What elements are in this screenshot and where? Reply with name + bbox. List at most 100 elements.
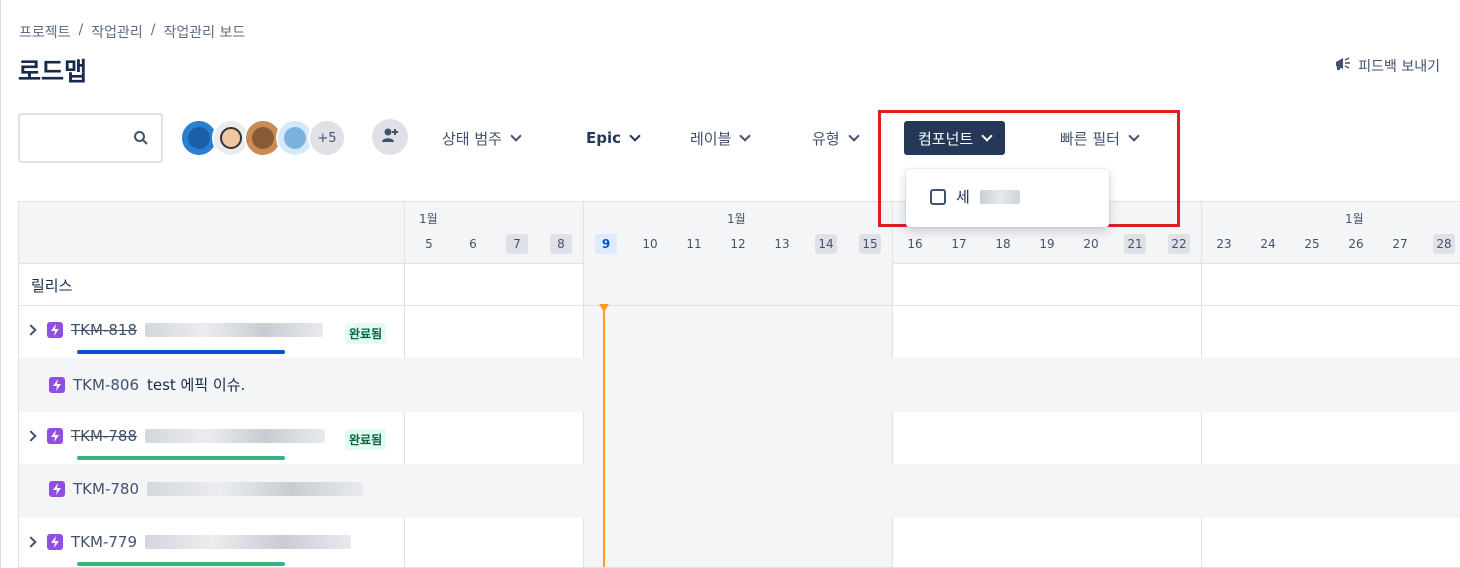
- chevron-down-icon: [739, 130, 752, 142]
- search-icon: [133, 130, 149, 150]
- release-label: 릴리스: [31, 277, 73, 295]
- search-input[interactable]: [18, 113, 163, 163]
- epic-filter[interactable]: Epic: [572, 121, 653, 155]
- filter-label: Epic: [586, 129, 622, 147]
- day-label: 17: [951, 237, 967, 251]
- checkbox[interactable]: [930, 188, 946, 205]
- breadcrumb-project[interactable]: 작업관리: [91, 22, 143, 42]
- day-label: 23: [1216, 237, 1232, 251]
- megaphone-icon: [1334, 56, 1352, 76]
- type-filter[interactable]: 유형: [798, 121, 872, 155]
- component-dropdown: 세: [906, 169, 1109, 227]
- day-label: 26: [1348, 237, 1364, 251]
- month-label: 1월: [727, 212, 746, 226]
- issue-row[interactable]: TKM-780: [19, 465, 1460, 518]
- epic-icon: [49, 481, 65, 497]
- issue-summary-redacted: [144, 535, 351, 549]
- progress-bar: [77, 562, 285, 566]
- component-option[interactable]: 세: [930, 186, 1020, 207]
- day-label: 5: [425, 237, 433, 251]
- issue-summary: test 에픽 이슈.: [146, 376, 246, 394]
- today-line: [603, 306, 605, 567]
- release-row: 릴리스: [19, 264, 1460, 306]
- day-label: 12: [730, 237, 746, 251]
- add-person-button[interactable]: [372, 119, 408, 155]
- add-person-icon: [381, 127, 399, 147]
- avatar-more[interactable]: +5: [308, 119, 346, 157]
- label-filter[interactable]: 레이블: [676, 121, 763, 155]
- issue-row[interactable]: TKM-779: [19, 518, 1460, 567]
- day-label: 18: [995, 237, 1011, 251]
- breadcrumb-projects[interactable]: 프로젝트: [19, 22, 71, 42]
- app-frame: 프로젝트 / 작업관리 / 작업관리 보드 로드맵 피드백 보내기 +5 상태 …: [0, 0, 1460, 568]
- day-label: 21: [1124, 234, 1146, 254]
- issue-key[interactable]: TKM-818: [71, 321, 137, 339]
- day-label: 10: [642, 237, 658, 251]
- status-category-filter[interactable]: 상태 범주: [428, 121, 534, 155]
- chevron-right-icon[interactable]: [25, 430, 37, 442]
- day-label: 27: [1392, 237, 1408, 251]
- issue-cell: TKM-780: [27, 480, 363, 498]
- issue-cell: TKM-818: [25, 321, 323, 339]
- day-label: 24: [1260, 237, 1276, 251]
- day-label: 19: [1039, 237, 1055, 251]
- component-filter[interactable]: 컴포넌트: [904, 121, 1006, 155]
- issue-row[interactable]: TKM-788 완료됨: [19, 412, 1460, 465]
- breadcrumb-board[interactable]: 작업관리 보드: [164, 22, 246, 42]
- issue-cell: TKM-806 test 에픽 이슈.: [27, 374, 245, 395]
- roadmap-timeline: 1월 1월 1월 5 6 7 8 9 10 11 12 13 14 15 16 …: [18, 201, 1460, 568]
- today-label: 9: [595, 234, 617, 254]
- avatar-group: +5: [180, 119, 346, 157]
- issue-key[interactable]: TKM-806: [73, 376, 139, 394]
- month-label: 1월: [419, 212, 438, 226]
- issue-summary-redacted: [146, 482, 363, 496]
- issue-summary-redacted: [144, 429, 325, 443]
- issue-key[interactable]: TKM-788: [71, 427, 137, 445]
- filter-label: 상태 범주: [442, 129, 502, 148]
- chevron-down-icon: [1128, 130, 1140, 142]
- option-label: 세: [956, 188, 970, 206]
- issue-row[interactable]: TKM-818 완료됨: [19, 306, 1460, 359]
- issue-cell: TKM-779: [25, 533, 351, 551]
- feedback-button[interactable]: 피드백 보내기: [1334, 56, 1440, 76]
- chevron-down-icon: [847, 130, 860, 142]
- chevron-right-icon[interactable]: [25, 324, 37, 336]
- issue-summary-redacted: [144, 323, 323, 337]
- epic-icon: [49, 376, 65, 393]
- day-label: 7: [506, 234, 528, 254]
- breadcrumb-separator: /: [78, 22, 84, 38]
- option-label-redacted: [979, 189, 1020, 204]
- breadcrumb: 프로젝트 / 작업관리 / 작업관리 보드: [19, 22, 245, 42]
- issue-key[interactable]: TKM-779: [71, 533, 137, 551]
- day-label: 8: [550, 234, 572, 254]
- filter-toolbar: +5 상태 범주 Epic 레이블 유형 컴포넌트 빠른 필터: [18, 113, 1448, 163]
- chevron-right-icon[interactable]: [25, 536, 37, 548]
- day-label: 14: [815, 234, 837, 254]
- day-label: 16: [907, 237, 923, 251]
- day-label: 25: [1304, 237, 1320, 251]
- progress-bar: [77, 350, 285, 354]
- page-title: 로드맵: [18, 57, 88, 86]
- day-label: 11: [686, 237, 702, 251]
- feedback-label: 피드백 보내기: [1358, 59, 1440, 75]
- day-label: 28: [1433, 234, 1455, 254]
- chevron-down-icon: [510, 130, 522, 142]
- issue-cell: TKM-788: [25, 427, 325, 445]
- quick-filter[interactable]: 빠른 필터: [1046, 121, 1152, 155]
- filter-label: 빠른 필터: [1060, 129, 1120, 148]
- status-badge: 완료됨: [345, 323, 387, 344]
- day-label: 15: [859, 234, 881, 254]
- chevron-down-icon: [629, 130, 641, 142]
- day-label: 20: [1083, 237, 1099, 251]
- epic-icon: [47, 534, 63, 550]
- month-label: 1월: [1345, 212, 1364, 226]
- day-label: 13: [774, 237, 790, 251]
- progress-bar: [77, 456, 285, 460]
- filter-label: 유형: [812, 129, 840, 148]
- breadcrumb-separator: /: [150, 22, 156, 38]
- epic-icon: [47, 322, 63, 338]
- issue-row[interactable]: TKM-806 test 에픽 이슈.: [19, 359, 1460, 412]
- filter-label: 컴포넌트: [918, 129, 974, 148]
- filter-label: 레이블: [690, 129, 732, 148]
- issue-key[interactable]: TKM-780: [73, 480, 139, 498]
